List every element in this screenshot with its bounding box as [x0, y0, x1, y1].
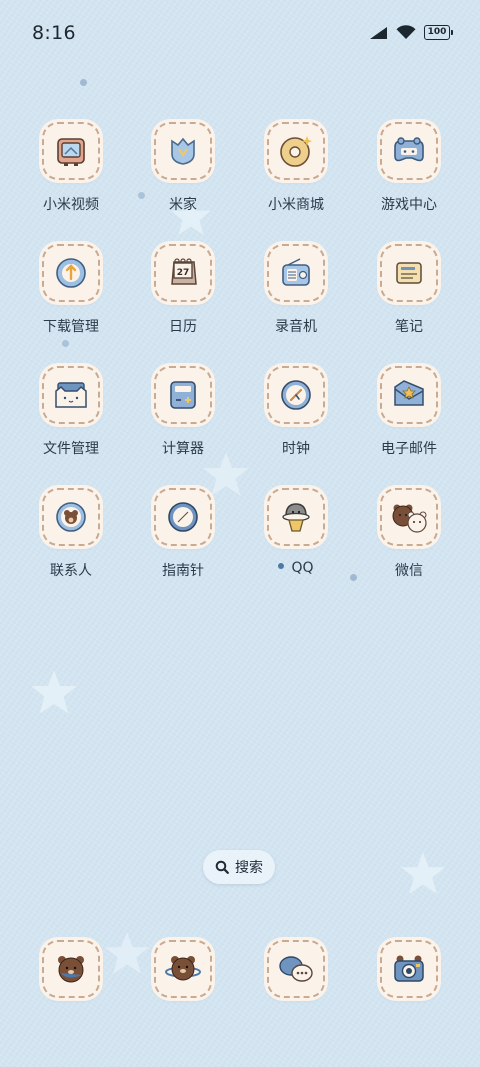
app-game-center[interactable]: 游戏中心 — [353, 122, 465, 214]
wallpaper-dot — [80, 79, 87, 86]
app-label: 时钟 — [282, 441, 310, 457]
app-label: 日历 — [169, 319, 197, 335]
app-icon-tile — [42, 122, 100, 180]
dock-app-1[interactable] — [15, 940, 127, 998]
app-calendar[interactable]: 27 日历 — [127, 244, 239, 336]
app-label: 电子邮件 — [381, 441, 437, 457]
app-email[interactable]: 电子邮件 — [353, 366, 465, 458]
app-label: 下载管理 — [43, 319, 99, 335]
app-xiaomi-mall[interactable]: 小米商城 — [240, 122, 352, 214]
app-icon-tile — [380, 488, 438, 546]
status-icons: 100 — [369, 25, 453, 40]
download-icon — [56, 258, 86, 288]
app-mijia[interactable]: 米家 — [127, 122, 239, 214]
app-file-manager[interactable]: 文件管理 — [15, 366, 127, 458]
app-icon-tile — [267, 940, 325, 998]
app-icon-tile: 27 — [154, 244, 212, 302]
folder-cat-icon — [55, 382, 87, 408]
app-icon-tile — [380, 366, 438, 424]
app-calculator[interactable]: 计算器 — [127, 366, 239, 458]
bear-icon — [58, 956, 84, 983]
donut-icon — [280, 136, 312, 167]
notification-dot — [278, 563, 285, 569]
app-label: 笔记 — [395, 319, 423, 335]
app-label: 计算器 — [162, 441, 204, 457]
app-qq[interactable]: QQ — [240, 488, 352, 576]
battery-icon: 100 — [424, 25, 453, 40]
envelope-star-icon — [394, 380, 424, 406]
search-icon — [215, 860, 229, 874]
app-label: 微信 — [395, 563, 423, 579]
app-label: 录音机 — [275, 319, 317, 335]
gamepad-icon — [394, 137, 424, 162]
app-icon-tile — [267, 488, 325, 546]
app-label: 小米商城 — [268, 197, 324, 213]
contacts-bear-icon — [56, 502, 86, 532]
app-icon-tile — [267, 122, 325, 180]
app-icon-tile — [380, 244, 438, 302]
app-wechat[interactable]: 微信 — [353, 488, 465, 580]
calendar-date: 27 — [177, 268, 190, 278]
compass-icon — [168, 502, 198, 532]
app-icon-tile — [380, 122, 438, 180]
app-icon-tile — [267, 244, 325, 302]
app-icon-tile — [42, 366, 100, 424]
app-label: 游戏中心 — [381, 197, 437, 213]
wifi-icon — [396, 25, 416, 39]
app-label: 指南针 — [162, 563, 204, 579]
app-icon-tile — [42, 488, 100, 546]
battery-level: 100 — [427, 27, 447, 37]
app-recorder[interactable]: 录音机 — [240, 244, 352, 336]
status-bar: 8:16 100 — [0, 0, 480, 68]
tulip-shield-icon — [171, 137, 195, 165]
wallpaper-dot — [62, 340, 69, 347]
app-xiaomi-video[interactable]: 小米视频 — [15, 122, 127, 214]
search-label: 搜索 — [235, 860, 263, 876]
search-button[interactable]: 搜索 — [203, 850, 275, 884]
app-contacts[interactable]: 联系人 — [15, 488, 127, 580]
app-icon-tile — [154, 122, 212, 180]
app-compass[interactable]: 指南针 — [127, 488, 239, 580]
clock-icon — [281, 380, 311, 410]
calculator-icon — [170, 381, 196, 409]
app-icon-tile — [42, 940, 100, 998]
tv-icon — [57, 138, 85, 166]
chat-bubbles-icon — [279, 956, 313, 982]
radio-icon — [282, 258, 310, 286]
app-icon-tile — [267, 366, 325, 424]
dock-app-2[interactable] — [127, 940, 239, 998]
cellular-signal-icon — [370, 26, 387, 39]
calendar-icon: 27 — [171, 258, 197, 285]
app-downloads[interactable]: 下载管理 — [15, 244, 127, 336]
app-clock[interactable]: 时钟 — [240, 366, 352, 458]
dock-app-4[interactable] — [353, 940, 465, 998]
app-label: 米家 — [169, 197, 197, 213]
qq-penguin-icon — [282, 503, 310, 532]
status-time: 8:16 — [32, 22, 76, 44]
app-icon-tile — [154, 940, 212, 998]
app-icon-tile — [154, 366, 212, 424]
dock-app-3[interactable] — [240, 940, 352, 998]
wallpaper-star-icon — [31, 670, 77, 714]
app-label-text: QQ — [291, 560, 314, 576]
app-label: QQ — [240, 560, 352, 576]
bears-icon — [392, 504, 427, 533]
bear-planet-icon — [165, 956, 201, 981]
app-notes[interactable]: 笔记 — [353, 244, 465, 336]
app-icon-tile — [380, 940, 438, 998]
app-icon-tile — [154, 488, 212, 546]
app-label: 小米视频 — [43, 197, 99, 213]
camera-icon — [394, 955, 424, 982]
notepad-icon — [396, 262, 422, 284]
wallpaper-star-icon — [401, 852, 445, 894]
app-label: 文件管理 — [43, 441, 99, 457]
app-icon-tile — [42, 244, 100, 302]
app-label: 联系人 — [50, 563, 92, 579]
